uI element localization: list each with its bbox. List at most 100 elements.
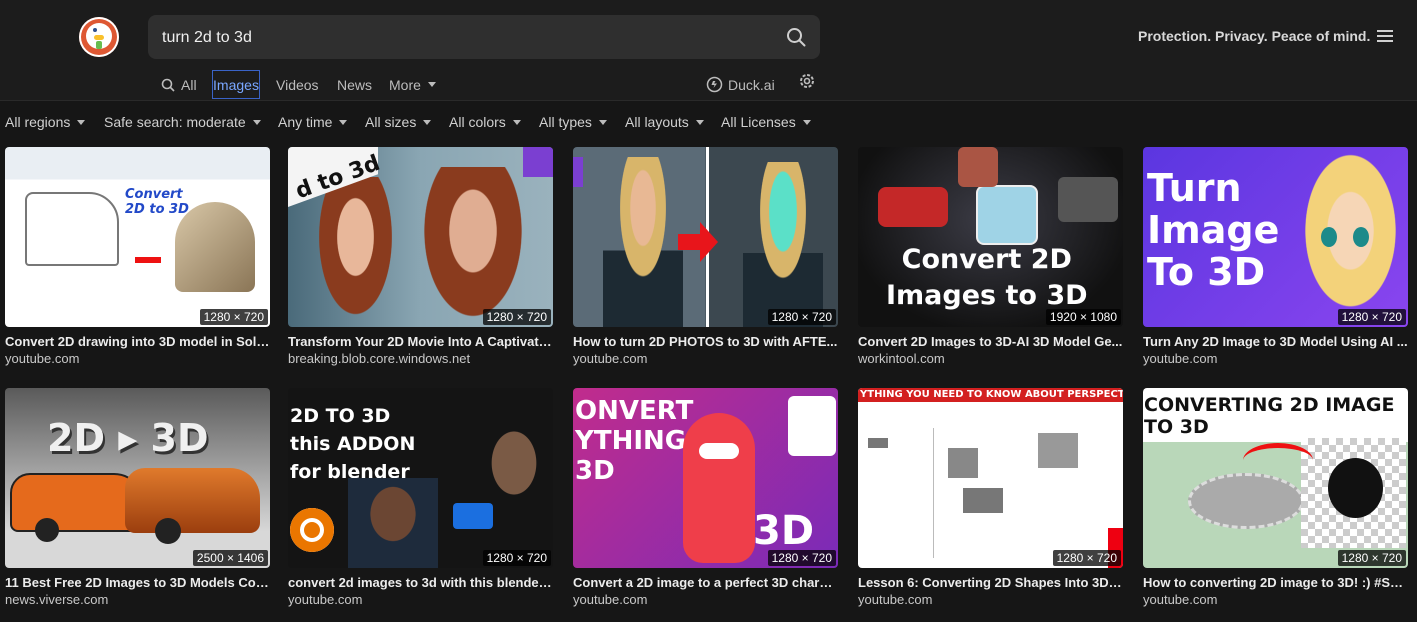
image-result[interactable]: ONVERT YTHING 3D 3D 1280 × 720 Convert a… xyxy=(573,388,838,607)
result-thumbnail[interactable]: Convert 2D Images to 3D 1920 × 1080 xyxy=(858,147,1123,327)
hamburger-menu-icon[interactable] xyxy=(1377,29,1393,43)
result-thumbnail[interactable]: Convert 2D to 3D 1280 × 720 xyxy=(5,147,270,327)
filter-safe-search-label: Safe search: moderate xyxy=(104,114,246,130)
filter-time-label: Any time xyxy=(278,114,333,130)
thumbnail-overlay-text: YTHING YOU NEED TO KNOW ABOUT PERSPECTIV… xyxy=(860,389,1123,414)
result-source[interactable]: youtube.com xyxy=(288,592,553,607)
thumbnail-overlay-text: CONVERTING 2D IMAGE TO 3D xyxy=(1144,394,1395,438)
image-result[interactable]: CONVERTING 2D IMAGE TO 3D 1280 × 720 How… xyxy=(1143,388,1408,607)
filter-sizes[interactable]: All sizes xyxy=(365,108,432,136)
tab-duck-ai[interactable]: Duck.ai xyxy=(706,70,775,99)
image-dimensions: 1280 × 720 xyxy=(1052,550,1121,566)
result-source[interactable]: youtube.com xyxy=(573,351,838,366)
result-title[interactable]: Transform Your 2D Movie Into A Captivati… xyxy=(288,334,553,349)
tagline: Protection. Privacy. Peace of mind. xyxy=(1138,28,1371,44)
chat-bubble-icon xyxy=(706,76,723,93)
result-source[interactable]: youtube.com xyxy=(1143,592,1408,607)
filter-safe-search[interactable]: Safe search: moderate xyxy=(104,108,261,136)
result-thumbnail[interactable]: YTHING YOU NEED TO KNOW ABOUT PERSPECTIV… xyxy=(858,388,1123,568)
result-title[interactable]: 11 Best Free 2D Images to 3D Models Con.… xyxy=(5,575,270,590)
filter-time[interactable]: Any time xyxy=(278,108,348,136)
tab-news[interactable]: News xyxy=(337,70,372,99)
chevron-down-icon xyxy=(252,119,261,125)
tab-news-label: News xyxy=(337,76,373,93)
result-source[interactable]: workintool.com xyxy=(858,351,1123,366)
result-thumbnail[interactable]: d to 3d 1280 × 720 xyxy=(288,147,553,327)
thumbnail-overlay-text: Convert 2D to 3D xyxy=(125,187,189,217)
tab-images[interactable]: Images xyxy=(212,70,260,99)
filter-colors-label: All colors xyxy=(449,114,506,130)
result-source[interactable]: youtube.com xyxy=(573,592,838,607)
result-source[interactable]: news.viverse.com xyxy=(5,592,270,607)
search-input[interactable] xyxy=(160,15,764,61)
chevron-down-icon xyxy=(802,119,811,125)
result-title[interactable]: Convert 2D drawing into 3D model in Soli… xyxy=(5,334,270,349)
result-thumbnail[interactable]: 2D TO 3D this ADDON for blender 1280 × 7… xyxy=(288,388,553,568)
tab-more[interactable]: More xyxy=(389,70,436,99)
filter-sizes-label: All sizes xyxy=(365,114,417,130)
chevron-down-icon xyxy=(512,119,521,125)
result-title[interactable]: Turn Any 2D Image to 3D Model Using AI .… xyxy=(1143,334,1408,349)
result-source[interactable]: youtube.com xyxy=(5,351,270,366)
search-icon[interactable] xyxy=(786,27,806,47)
result-source[interactable]: breaking.blob.core.windows.net xyxy=(288,351,553,366)
result-thumbnail[interactable]: CONVERTING 2D IMAGE TO 3D 1280 × 720 xyxy=(1143,388,1408,568)
result-thumbnail[interactable]: 1280 × 720 xyxy=(573,147,838,327)
filter-regions-label: All regions xyxy=(5,114,71,130)
filter-regions[interactable]: All regions xyxy=(5,108,86,136)
thumbnail-overlay-text: 2D TO 3D this ADDON for blender xyxy=(290,405,416,483)
tab-images-label: Images xyxy=(213,76,259,93)
result-thumbnail[interactable]: 2D ▸ 3D 2500 × 1406 xyxy=(5,388,270,568)
gear-icon[interactable] xyxy=(798,72,816,90)
search-small-icon xyxy=(161,78,175,92)
image-result[interactable]: 2D TO 3D this ADDON for blender 1280 × 7… xyxy=(288,388,553,607)
result-title[interactable]: Convert a 2D image to a perfect 3D chara… xyxy=(573,575,838,590)
filter-types-label: All types xyxy=(539,114,592,130)
image-dimensions: 1280 × 720 xyxy=(482,309,551,325)
chevron-down-icon xyxy=(423,119,432,125)
image-result[interactable]: Turn Image To 3D 1280 × 720 Turn Any 2D … xyxy=(1143,147,1408,366)
image-result[interactable]: 1280 × 720 How to turn 2D PHOTOS to 3D w… xyxy=(573,147,838,366)
result-title[interactable]: Lesson 6: Converting 2D Shapes Into 3D .… xyxy=(858,575,1123,590)
image-result[interactable]: YTHING YOU NEED TO KNOW ABOUT PERSPECTIV… xyxy=(858,388,1123,607)
thumbnail-overlay-text: 2D ▸ 3D xyxy=(47,416,209,460)
image-result[interactable]: Convert 2D to 3D 1280 × 720 Convert 2D d… xyxy=(5,147,270,366)
tab-all-label: All xyxy=(181,76,197,93)
filter-bar: All regions Safe search: moderate Any ti… xyxy=(0,108,1417,136)
tab-more-label: More xyxy=(389,76,421,93)
result-title[interactable]: Convert 2D Images to 3D-AI 3D Model Ge..… xyxy=(858,334,1123,349)
tab-all[interactable]: All xyxy=(161,70,197,99)
image-result[interactable]: 2D ▸ 3D 2500 × 1406 11 Best Free 2D Imag… xyxy=(5,388,270,607)
image-dimensions: 1280 × 720 xyxy=(199,309,268,325)
image-result[interactable]: Convert 2D Images to 3D 1920 × 1080 Conv… xyxy=(858,147,1123,366)
tab-videos-label: Videos xyxy=(276,76,319,93)
image-dimensions: 1280 × 720 xyxy=(767,550,836,566)
result-title[interactable]: How to converting 2D image to 3D! :) #Sk… xyxy=(1143,575,1408,590)
search-box[interactable] xyxy=(148,15,820,61)
result-source[interactable]: youtube.com xyxy=(1143,351,1408,366)
thumbnail-overlay-text: ONVERT YTHING 3D xyxy=(575,396,694,486)
result-source[interactable]: youtube.com xyxy=(858,592,1123,607)
result-title[interactable]: How to turn 2D PHOTOS to 3D with AFTE... xyxy=(573,334,838,349)
image-dimensions: 1280 × 720 xyxy=(1337,309,1406,325)
chevron-down-icon xyxy=(695,119,704,125)
duckduckgo-logo[interactable] xyxy=(79,17,119,57)
result-title[interactable]: convert 2d images to 3d with this blende… xyxy=(288,575,553,590)
image-result[interactable]: d to 3d 1280 × 720 Transform Your 2D Mov… xyxy=(288,147,553,366)
filter-layouts[interactable]: All layouts xyxy=(625,108,704,136)
header: Protection. Privacy. Peace of mind. All … xyxy=(0,0,1417,101)
filter-types[interactable]: All types xyxy=(539,108,607,136)
filter-layouts-label: All layouts xyxy=(625,114,689,130)
filter-licenses[interactable]: All Licenses xyxy=(721,108,811,136)
image-dimensions: 1280 × 720 xyxy=(1337,550,1406,566)
filter-licenses-label: All Licenses xyxy=(721,114,796,130)
chevron-down-icon xyxy=(598,119,607,125)
thumbnail-overlay-text: Turn Image To 3D xyxy=(1147,166,1280,294)
result-thumbnail[interactable]: ONVERT YTHING 3D 3D 1280 × 720 xyxy=(573,388,838,568)
chevron-down-icon xyxy=(339,119,348,125)
image-dimensions: 1280 × 720 xyxy=(767,309,836,325)
result-thumbnail[interactable]: Turn Image To 3D 1280 × 720 xyxy=(1143,147,1408,327)
thumbnail-overlay-text: Convert 2D Images to 3D xyxy=(886,244,1088,311)
filter-colors[interactable]: All colors xyxy=(449,108,521,136)
tab-videos[interactable]: Videos xyxy=(276,70,319,99)
